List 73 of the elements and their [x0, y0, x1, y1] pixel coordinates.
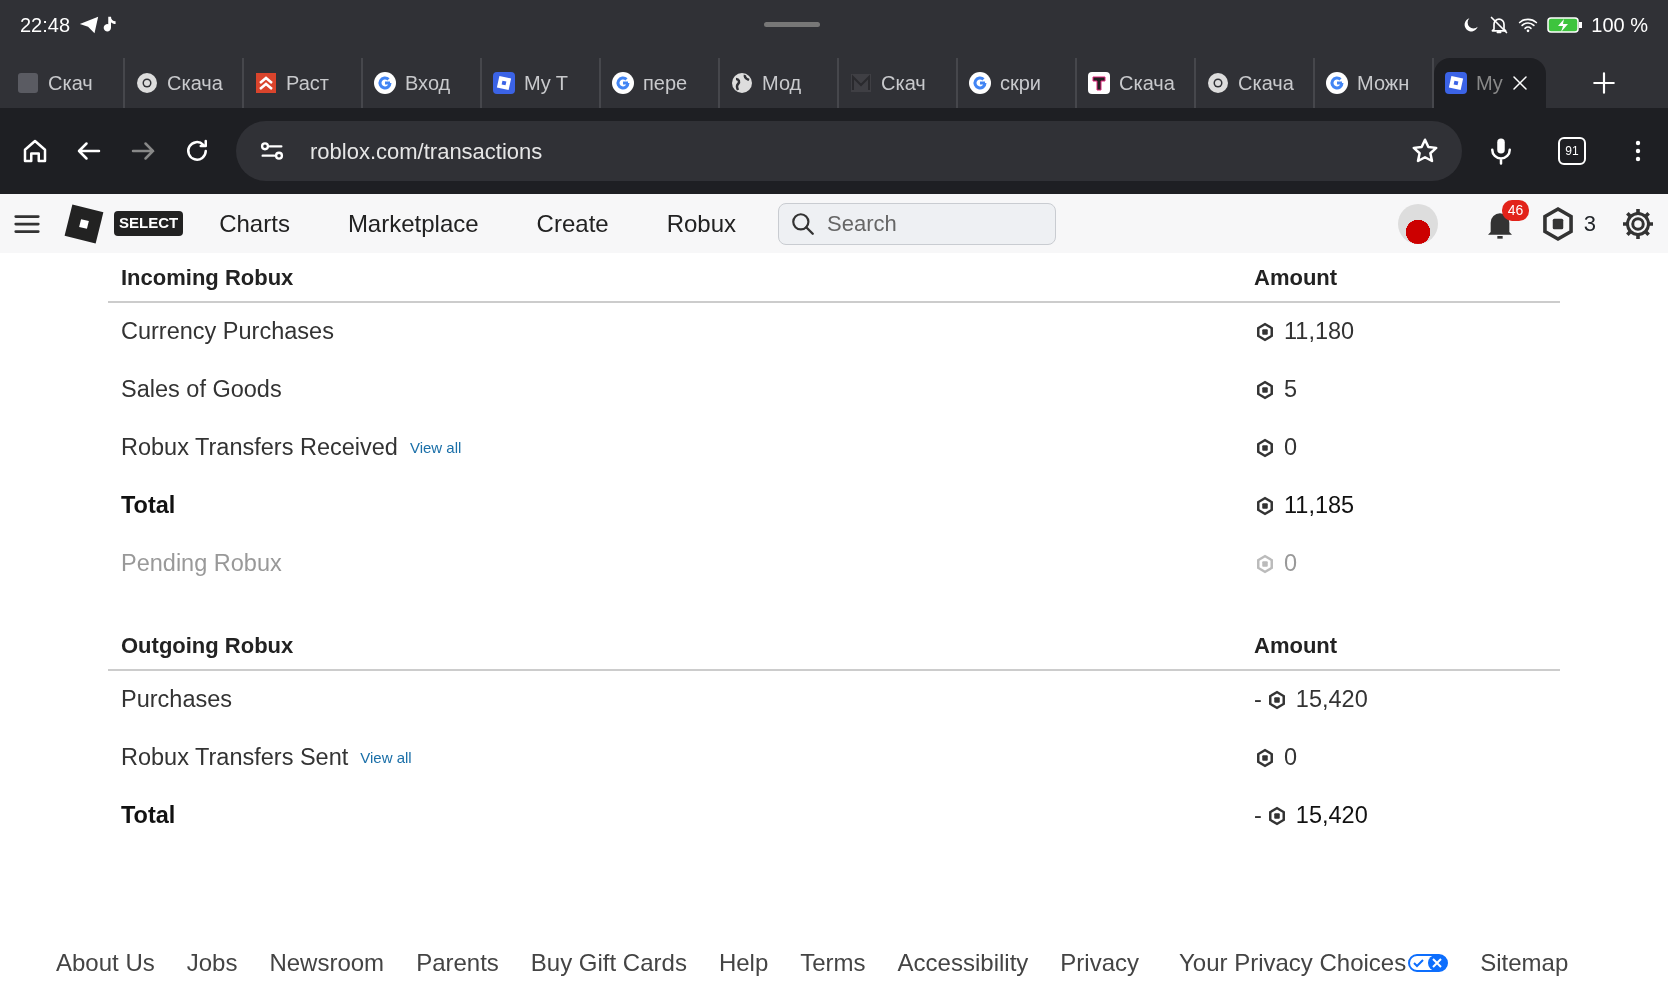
nav-link[interactable]: Create [536, 205, 609, 242]
privacy-toggle-icon[interactable] [1408, 953, 1449, 973]
footer-link[interactable]: Jobs [186, 945, 238, 981]
robux-icon [1254, 747, 1276, 769]
notification-count: 46 [1501, 199, 1530, 221]
column-heading: Amount [1254, 263, 1339, 292]
square-favicon-icon [492, 71, 516, 95]
google-icon [611, 71, 635, 95]
google-icon [373, 71, 397, 95]
tab-count[interactable]: 91 [1558, 137, 1586, 165]
row-label: Robux Transfers Sent [121, 743, 349, 773]
row-label: Purchases [121, 685, 233, 715]
letter-t-favicon-icon [1087, 71, 1111, 95]
amount-value: 11,180 [1284, 317, 1355, 347]
amount-value: 0 [1284, 549, 1298, 579]
bell-off-icon [1489, 15, 1510, 35]
amount-value: 15,420 [1295, 685, 1368, 715]
nav-link[interactable]: Robux [666, 205, 737, 242]
row-label: Currency Purchases [121, 317, 334, 347]
view-all-link[interactable]: View all [409, 436, 462, 460]
section-heading: Incoming Robux [120, 263, 295, 292]
battery-charging-icon [1547, 15, 1584, 35]
footer-link[interactable]: Newsroom [269, 945, 385, 981]
amount-value: 5 [1284, 375, 1298, 405]
robux-balance: 3 [1583, 210, 1596, 238]
row-label: Robux Transfers Received [121, 433, 398, 463]
row-label: Pending Robux [121, 549, 282, 579]
footer-link[interactable]: Privacy [1060, 945, 1139, 981]
footer-link[interactable]: Parents [416, 945, 499, 981]
google-icon [1325, 71, 1349, 95]
footer-link[interactable]: Accessibility [897, 945, 1029, 981]
amount-value: 0 [1284, 433, 1298, 463]
footer-link[interactable]: About Us [56, 945, 155, 981]
square-favicon-icon [1444, 71, 1468, 95]
amount-value: 0 [1284, 743, 1298, 773]
row-label: Total [121, 801, 176, 831]
robux-icon [1254, 553, 1276, 575]
footer-link[interactable]: Terms [800, 945, 866, 981]
chrome-icon [135, 71, 159, 95]
paper-plane-icon [78, 14, 101, 36]
amount-value: 11,185 [1284, 491, 1355, 521]
search-icon [790, 210, 817, 237]
robux-icon [1254, 379, 1276, 401]
select-badge: SELECT [114, 211, 184, 236]
footer-link[interactable]: Sitemap [1480, 945, 1569, 981]
footer-link[interactable]: Your Privacy Choices [1179, 945, 1407, 981]
drag-handle-icon [763, 21, 820, 29]
clock-time: 22:48 [20, 13, 71, 38]
search-field[interactable]: Search [778, 202, 1057, 245]
row-label: Total [121, 491, 176, 521]
blank-favicon-icon [16, 71, 40, 95]
robux-icon [1254, 437, 1276, 459]
battery-percent: 100 % [1591, 13, 1648, 38]
close-icon[interactable] [1510, 74, 1529, 92]
row-label: Sales of Goods [121, 375, 282, 405]
robux-icon [1254, 321, 1276, 343]
globe-icon [730, 71, 754, 95]
footer-link[interactable]: Buy Gift Cards [530, 945, 687, 981]
plus-icon[interactable] [1591, 70, 1617, 96]
column-heading: Amount [1254, 631, 1339, 660]
robux-icon [1254, 495, 1276, 517]
minus-sign: - [1254, 685, 1262, 715]
section-heading: Outgoing Robux [120, 631, 295, 660]
view-all-link[interactable]: View all [360, 746, 412, 770]
chrome-icon [1206, 71, 1230, 95]
browser-tab[interactable]: My [1434, 58, 1546, 108]
footer-link[interactable]: Help [718, 945, 769, 981]
amount-value: 15,420 [1295, 801, 1368, 831]
nav-link[interactable]: Charts [219, 205, 290, 242]
google-icon [968, 71, 992, 95]
minus-sign: - [1254, 801, 1262, 831]
chevrons-favicon-icon [254, 71, 278, 95]
nav-link[interactable]: Marketplace [347, 205, 479, 242]
